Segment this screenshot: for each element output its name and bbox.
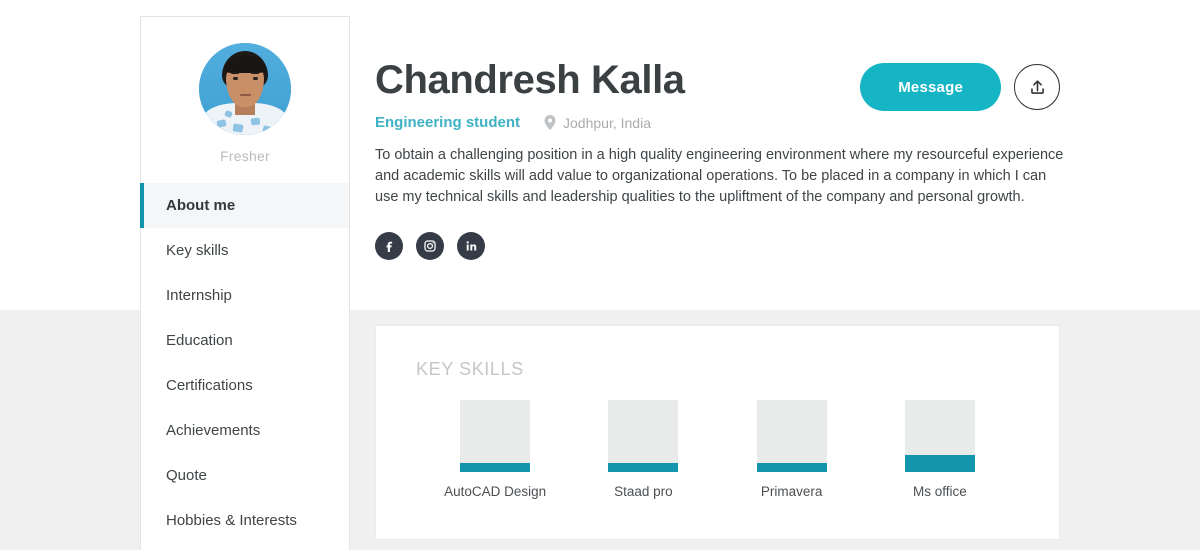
key-skills-chart: AutoCAD Design Staad pro Primavera Ms of…: [376, 400, 1059, 499]
avatar-eye-left: [233, 77, 238, 80]
instagram-glyph: [424, 240, 436, 252]
skill-bar-fill: [608, 463, 679, 472]
avatar-eyebrow-right: [251, 72, 259, 74]
linkedin-icon[interactable]: [457, 232, 485, 260]
skill-label: Ms office: [912, 484, 967, 499]
sidebar-item-internship[interactable]: Internship: [141, 273, 349, 318]
sidebar-item-achievements[interactable]: Achievements: [141, 408, 349, 453]
page-title: Chandresh Kalla: [375, 58, 685, 102]
role-label: Engineering student: [375, 114, 521, 131]
avatar: [199, 43, 291, 135]
profile-header: Chandresh Kalla Message Engineering stud…: [375, 0, 1200, 260]
sidebar-nav: About me Key skills Internship Education…: [140, 183, 349, 543]
skill-item: AutoCAD Design: [421, 400, 569, 499]
skill-bar-fill: [904, 454, 975, 472]
key-skills-card: KEY SKILLS AutoCAD Design Staad pro Prim…: [375, 325, 1060, 540]
meta-row: Engineering student Jodhpur, India: [375, 114, 1200, 131]
facebook-glyph: [386, 241, 393, 252]
location-group: Jodhpur, India: [544, 115, 651, 131]
sidebar-item-key-skills[interactable]: Key skills: [141, 228, 349, 273]
skill-bar-fill: [756, 463, 827, 472]
skill-bar-track: [904, 400, 975, 472]
skill-bar-track: [608, 400, 679, 472]
avatar-mouth: [240, 94, 251, 96]
skill-bar-track: [756, 400, 827, 472]
sidebar-item-label: Education: [166, 332, 233, 349]
sidebar-item-label: Internship: [166, 287, 232, 304]
social-links: [375, 232, 1200, 260]
share-button[interactable]: [1014, 64, 1060, 110]
skill-item: Primavera: [718, 400, 866, 499]
name-row: Chandresh Kalla: [375, 0, 1200, 100]
skill-bar-track: [460, 400, 531, 472]
skill-item: Staad pro: [569, 400, 717, 499]
sidebar-item-label: About me: [166, 197, 236, 214]
skill-label: AutoCAD Design: [444, 484, 547, 499]
sidebar-item-quote[interactable]: Quote: [141, 453, 349, 498]
sidebar-item-certifications[interactable]: Certifications: [141, 363, 349, 408]
linkedin-glyph: [466, 241, 477, 251]
sidebar-item-education[interactable]: Education: [141, 318, 349, 363]
key-skills-heading: KEY SKILLS: [416, 359, 524, 379]
avatar-eyebrow-left: [231, 72, 239, 74]
header-actions: Message: [860, 63, 1060, 111]
avatar-eye-right: [253, 77, 258, 80]
upload-icon: [1030, 79, 1044, 94]
sidebar-item-about-me[interactable]: About me: [140, 183, 349, 228]
skill-label: Primavera: [760, 484, 823, 499]
profile-sidebar: Fresher About me Key skills Internship E…: [140, 16, 350, 550]
facebook-icon[interactable]: [375, 232, 403, 260]
avatar-shirt-pattern: [250, 117, 261, 126]
avatar-container: [141, 17, 349, 135]
sidebar-item-hobbies-interests[interactable]: Hobbies & Interests: [141, 498, 349, 543]
skill-item: Ms office: [866, 400, 1014, 499]
bio-text: To obtain a challenging position in a hi…: [375, 147, 1064, 205]
location-label: Jodhpur, India: [563, 114, 651, 131]
sidebar-item-label: Certifications: [166, 377, 253, 394]
sidebar-item-label: Quote: [166, 467, 207, 484]
sidebar-item-label: Hobbies & Interests: [166, 512, 297, 529]
skill-bar-fill: [460, 463, 531, 472]
message-button[interactable]: Message: [860, 63, 1001, 111]
status-badge: Fresher: [220, 148, 270, 164]
instagram-icon[interactable]: [416, 232, 444, 260]
map-pin-icon: [544, 115, 556, 130]
avatar-shirt-pattern: [232, 123, 244, 133]
skill-label: Staad pro: [614, 484, 673, 499]
sidebar-item-label: Achievements: [166, 422, 261, 439]
sidebar-item-label: Key skills: [166, 242, 229, 259]
